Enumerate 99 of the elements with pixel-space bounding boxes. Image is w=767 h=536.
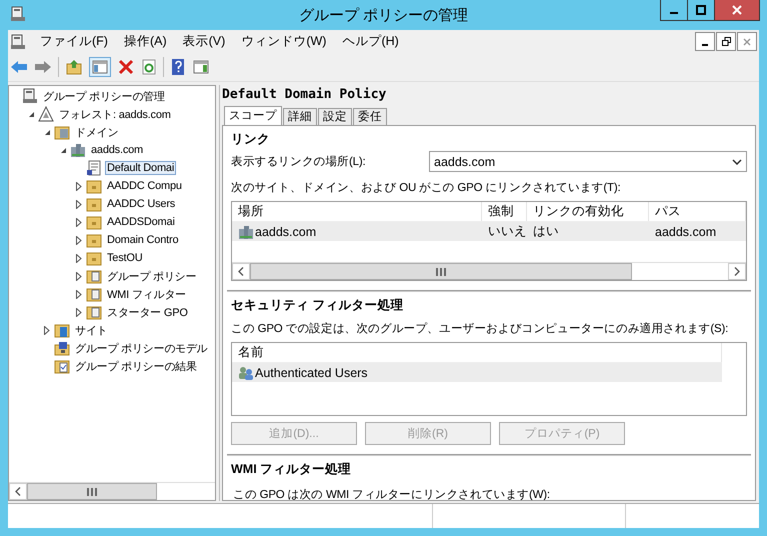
column-header[interactable]: 強制 [482, 202, 527, 221]
console-icon [10, 6, 26, 22]
refresh-icon[interactable] [141, 59, 157, 75]
minimize-icon [702, 44, 708, 46]
tree-item[interactable]: サイト [73, 322, 110, 338]
expand-arrow-icon[interactable] [76, 308, 82, 316]
folder-icon [86, 250, 102, 266]
folder-building-icon [54, 322, 70, 338]
grip-icon [86, 488, 97, 496]
menu-item[interactable]: ファイル(F) [32, 33, 116, 50]
collapse-arrow-icon[interactable] [60, 146, 67, 154]
users-icon [238, 364, 254, 380]
minimize-button[interactable] [695, 32, 715, 51]
collapse-arrow-icon[interactable] [44, 128, 51, 136]
forward-arrow-icon[interactable] [34, 59, 52, 75]
table-row[interactable]: aadds.com いいえ はい aadds.com [232, 222, 746, 241]
list-label: 次のサイト、ドメイン、および OU がこの GPO にリンクされています(T): [231, 181, 622, 195]
tree-item[interactable]: グループ ポリシーの管理 [41, 88, 167, 104]
servers-icon [238, 224, 254, 240]
menu-item[interactable]: 操作(A) [116, 33, 175, 50]
expand-arrow-icon[interactable] [76, 290, 82, 298]
console-icon [22, 88, 38, 104]
section-heading: リンク [231, 131, 271, 147]
tree-item[interactable]: フォレスト: aadds.com [57, 106, 173, 122]
tree-item[interactable]: グループ ポリシー [105, 268, 198, 284]
collapse-arrow-icon[interactable] [28, 110, 35, 118]
tab[interactable]: 委任 [353, 108, 387, 125]
tab[interactable]: 詳細 [283, 108, 317, 125]
horizontal-scrollbar[interactable] [232, 262, 746, 280]
menu-item[interactable]: ウィンドウ(W) [233, 33, 334, 50]
back-arrow-icon[interactable] [10, 59, 28, 75]
tree-item[interactable]: AADDSDomai [105, 215, 177, 229]
tree-item[interactable]: AADDC Users [105, 197, 178, 211]
scroll-right-icon[interactable] [734, 267, 740, 276]
tree-item[interactable]: Domain Contro [105, 233, 180, 247]
minimize-button[interactable] [660, 0, 688, 21]
folder-icon [86, 214, 102, 230]
tree-item[interactable]: WMI フィルター [105, 286, 188, 302]
folder-icon [86, 232, 102, 248]
folder-check-icon [54, 358, 70, 374]
menu-item[interactable]: 表示(V) [174, 33, 234, 50]
tree-item[interactable]: グループ ポリシーのモデル [73, 340, 210, 356]
folder-document-icon [86, 304, 102, 320]
table-cell-text: いいえ [487, 223, 527, 240]
table-cell-text: はい [532, 223, 560, 240]
close-icon [743, 38, 751, 46]
table-cell: aadds.com [232, 222, 482, 241]
location-label: 表示するリンクの場所(L): [231, 154, 366, 169]
expand-arrow-icon[interactable] [76, 272, 82, 280]
menu-item[interactable]: ヘルプ(H) [334, 33, 407, 50]
expand-arrow-icon[interactable] [76, 254, 82, 262]
servers-icon [70, 142, 86, 158]
policy-title: Default Domain Policy [222, 87, 388, 104]
table-row[interactable]: Authenticated Users [232, 363, 722, 382]
minimize-icon [670, 12, 678, 14]
folder-up-icon[interactable] [65, 59, 83, 75]
expand-arrow-icon[interactable] [76, 236, 82, 244]
window-title: グループ ポリシーの管理 [298, 6, 468, 24]
section-heading: セキュリティ フィルター処理 [231, 297, 404, 313]
tab[interactable]: 設定 [318, 108, 352, 125]
delete-icon[interactable] [117, 59, 135, 75]
expand-arrow-icon[interactable] [76, 182, 82, 190]
tree-item[interactable]: Default Domai [105, 161, 176, 175]
maximize-icon [696, 5, 706, 15]
location-dropdown[interactable]: aadds.com [429, 151, 747, 172]
tree-item[interactable]: AADDC Compu [105, 179, 184, 193]
expand-arrow-icon[interactable] [44, 326, 50, 334]
tab[interactable]: スコープ [224, 106, 282, 125]
folder-icon [86, 196, 102, 212]
table-cell-text: aadds.com [654, 224, 718, 240]
horizontal-scrollbar[interactable] [9, 482, 215, 500]
tree-item[interactable]: スターター GPO [105, 304, 190, 320]
restore-button[interactable] [716, 32, 736, 51]
action-pane-icon[interactable] [192, 59, 210, 75]
close-button[interactable] [714, 0, 760, 21]
section-heading: WMI フィルター処理 [231, 461, 352, 477]
filter-description: この GPO での設定は、次のグループ、ユーザーおよびコンピューターにのみ適用されます(S): [231, 321, 730, 336]
triangle-icon [38, 106, 54, 122]
expand-arrow-icon[interactable] [76, 218, 82, 226]
scroll-left-icon[interactable] [238, 267, 244, 276]
folder-document-icon [86, 268, 102, 284]
console-tree-icon[interactable] [89, 57, 111, 77]
computer-folder-icon [54, 340, 70, 356]
restore-icon [722, 37, 730, 46]
tree-item[interactable]: TestOU [105, 251, 144, 265]
help-icon[interactable] [170, 58, 186, 76]
column-header[interactable]: リンクの有効化 [527, 202, 649, 221]
tree-item[interactable]: グループ ポリシーの結果 [73, 358, 199, 374]
grip-icon [436, 268, 446, 276]
column-header[interactable]: 場所 [232, 202, 482, 221]
tree-item[interactable]: aadds.com [89, 143, 146, 157]
tree-item[interactable]: ドメイン [73, 124, 120, 140]
folder-document-icon [86, 286, 102, 302]
folder-icon [86, 178, 102, 194]
scroll-left-icon[interactable] [15, 487, 21, 496]
close-icon [731, 4, 743, 16]
expand-arrow-icon[interactable] [76, 200, 82, 208]
column-header[interactable]: 名前 [232, 343, 722, 362]
column-header[interactable]: パス [649, 202, 746, 221]
